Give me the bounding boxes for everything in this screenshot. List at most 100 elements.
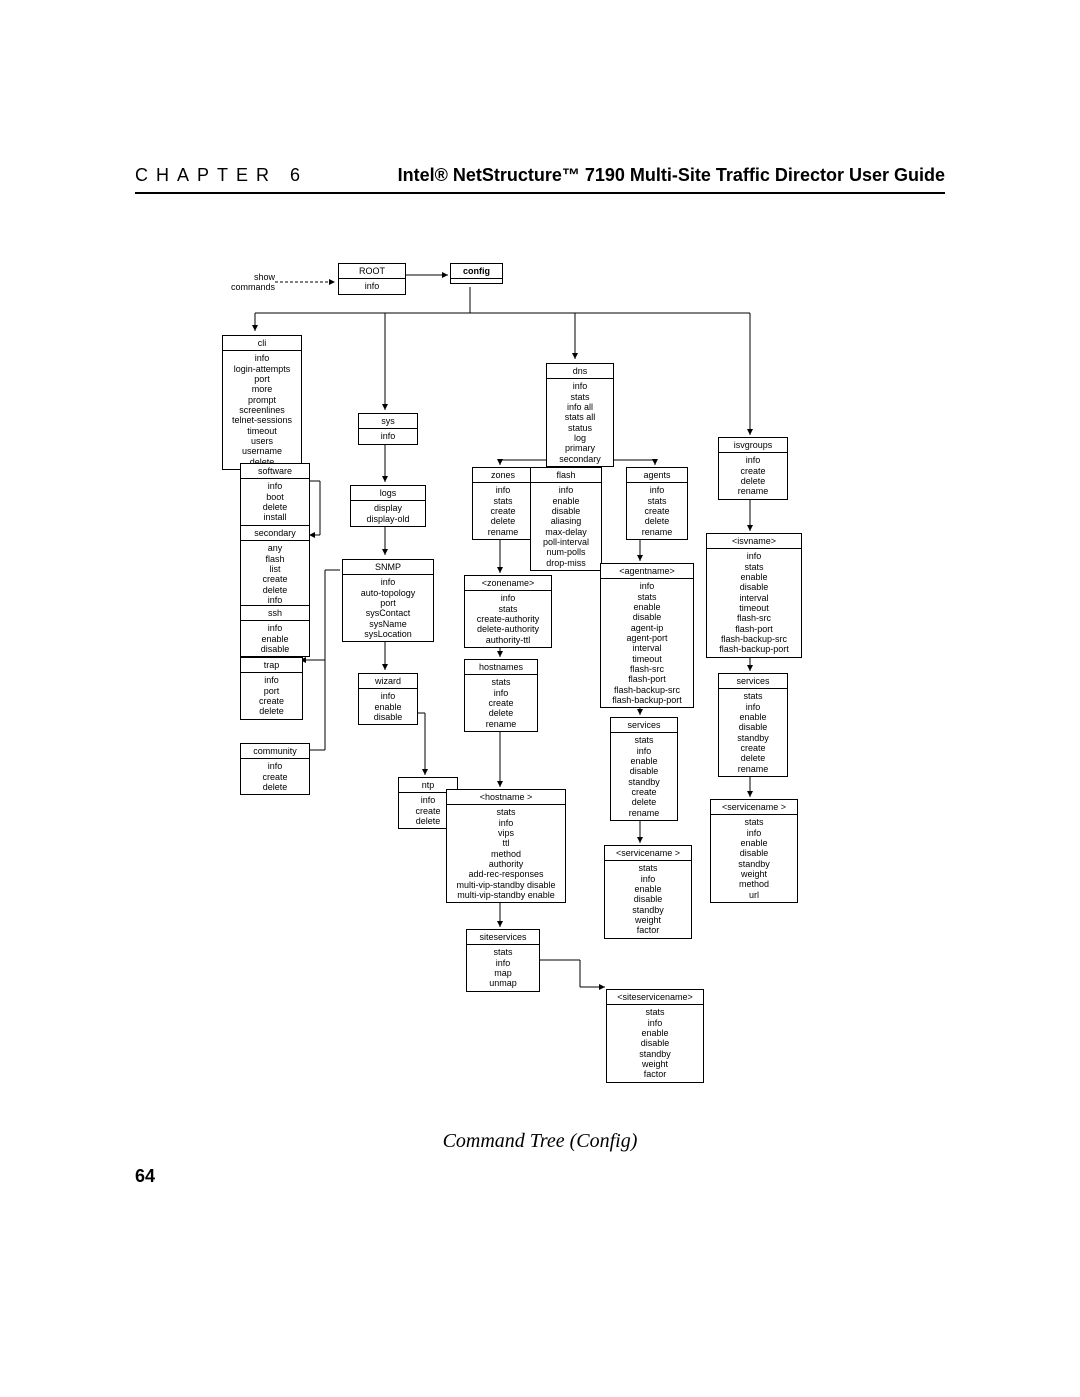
- node-item: info: [608, 874, 688, 884]
- node-item: flash-src: [604, 664, 690, 674]
- node-item: max-delay: [534, 527, 598, 537]
- node-item: standby: [722, 733, 784, 743]
- node-item: users: [226, 436, 298, 446]
- node-item: authority: [450, 859, 562, 869]
- node-ssh: ssh infoenabledisable: [240, 605, 310, 657]
- node-item: authority-ttl: [468, 635, 548, 645]
- node-item: weight: [608, 915, 688, 925]
- node-sys: sys info: [358, 413, 418, 445]
- node-item: stats: [468, 677, 534, 687]
- node-item: delete: [244, 502, 306, 512]
- node-item: interval: [710, 593, 798, 603]
- node-secondary: secondary anyflashlistcreatedeleteinfo: [240, 525, 310, 608]
- node-item: stats: [630, 496, 684, 506]
- node-item: auto-topology: [346, 588, 430, 598]
- node-item: info: [244, 481, 306, 491]
- node-item: weight: [610, 1059, 700, 1069]
- node-item: secondary: [550, 454, 610, 464]
- node-item: vips: [450, 828, 562, 838]
- node-item: info: [714, 828, 794, 838]
- node-item: info: [630, 485, 684, 495]
- node-item: info: [342, 281, 402, 291]
- node-item: factor: [608, 925, 688, 935]
- node-item: flash-port: [604, 674, 690, 684]
- node-item: disable: [604, 612, 690, 622]
- node-item: any: [244, 543, 306, 553]
- node-item: stats: [468, 604, 548, 614]
- node-zones: zones infostatscreatedeleterename: [472, 467, 534, 540]
- node-item: sysContact: [346, 608, 430, 618]
- node-item: list: [244, 564, 306, 574]
- node-item: agent-port: [604, 633, 690, 643]
- node-item: stats: [450, 807, 562, 817]
- node-item: more: [226, 384, 298, 394]
- node-item: multi-vip-standby disable: [450, 880, 562, 890]
- document-title: Intel® NetStructure™ 7190 Multi-Site Tra…: [398, 165, 945, 186]
- figure-caption: Command Tree (Config): [0, 1130, 1080, 1153]
- node-snmp: SNMP infoauto-topologyportsysContactsysN…: [342, 559, 434, 642]
- node-item: rename: [476, 527, 530, 537]
- node-item: status: [550, 423, 610, 433]
- node-item: drop-miss: [534, 558, 598, 568]
- node-item: url: [714, 890, 794, 900]
- node-software: software infobootdeleteinstall: [240, 463, 310, 526]
- node-item: enable: [534, 496, 598, 506]
- node-item: rename: [722, 486, 784, 496]
- node-item: create: [722, 743, 784, 753]
- node-item: info: [226, 353, 298, 363]
- node-siteservices: siteservices statsinfomapunmap: [466, 929, 540, 992]
- node-item: create: [630, 506, 684, 516]
- node-item: flash-port: [710, 624, 798, 634]
- node-item: info: [450, 818, 562, 828]
- node-item: info: [476, 485, 530, 495]
- node-item: stats: [710, 562, 798, 572]
- node-item: disable: [614, 766, 674, 776]
- node-item: port: [226, 374, 298, 384]
- node-agents: agents infostatscreatedeleterename: [626, 467, 688, 540]
- node-item: disable: [710, 582, 798, 592]
- node-item: log: [550, 433, 610, 443]
- node-servicename-agent: <servicename > statsinfoenabledisablesta…: [604, 845, 692, 939]
- node-item: delete: [722, 753, 784, 763]
- node-item: info: [362, 691, 414, 701]
- node-item: timeout: [604, 654, 690, 664]
- node-item: install: [244, 512, 306, 522]
- node-services-isv: services statsinfoenabledisablestandbycr…: [718, 673, 788, 777]
- node-root: ROOT info: [338, 263, 406, 295]
- node-item: standby: [614, 777, 674, 787]
- node-item: rename: [722, 764, 784, 774]
- node-item: enable: [362, 702, 414, 712]
- node-item: delete: [476, 516, 530, 526]
- node-item: info: [470, 958, 536, 968]
- node-config: config: [450, 263, 503, 284]
- node-item: stats all: [550, 412, 610, 422]
- node-item: display-old: [354, 514, 422, 524]
- node-services-agent: services statsinfoenabledisablestandbycr…: [610, 717, 678, 821]
- node-item: disable: [610, 1038, 700, 1048]
- node-wizard: wizard infoenabledisable: [358, 673, 418, 725]
- node-item: create-authority: [468, 614, 548, 624]
- node-item: delete: [244, 782, 306, 792]
- node-item: stats: [604, 592, 690, 602]
- document-page: CHAPTER 6 Intel® NetStructure™ 7190 Mult…: [0, 0, 1080, 1397]
- node-item: delete: [244, 585, 306, 595]
- node-item: sysLocation: [346, 629, 430, 639]
- node-item: stats: [610, 1007, 700, 1017]
- node-item: agent-ip: [604, 623, 690, 633]
- command-tree-diagram: showcommands ROOT info config cli infolo…: [210, 245, 870, 1115]
- node-item: info: [362, 431, 414, 441]
- node-item: interval: [604, 643, 690, 653]
- node-item: sysName: [346, 619, 430, 629]
- node-flash: flash infoenabledisablealiasingmax-delay…: [530, 467, 602, 571]
- node-item: info: [722, 455, 784, 465]
- node-item: info all: [550, 402, 610, 412]
- node-item: delete: [244, 706, 299, 716]
- node-hostname: <hostname > statsinfovipsttlmethodauthor…: [446, 789, 566, 903]
- node-item: enable: [710, 572, 798, 582]
- node-zonename: <zonename> infostatscreate-authoritydele…: [464, 575, 552, 648]
- node-item: rename: [614, 808, 674, 818]
- node-item: flash-backup-src: [710, 634, 798, 644]
- node-item: disable: [608, 894, 688, 904]
- node-item: factor: [610, 1069, 700, 1079]
- node-item: info: [468, 593, 548, 603]
